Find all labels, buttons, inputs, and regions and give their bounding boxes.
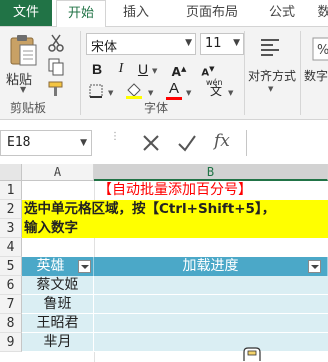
paste-button[interactable]: 粘贴 ▼ [4, 33, 44, 95]
chevron-down-icon: ▼ [152, 67, 158, 75]
chevron-down-icon: ▼ [80, 138, 87, 148]
group-divider [300, 31, 301, 115]
enter-check-icon[interactable] [176, 132, 198, 154]
cut-icon[interactable] [46, 33, 66, 53]
font-name-value: 宋体 [91, 40, 118, 55]
font-color-letter: A [168, 80, 179, 97]
italic-button[interactable]: I [112, 59, 130, 79]
mouse-cursor-icon [242, 346, 264, 362]
paste-icon [8, 33, 40, 70]
row-header[interactable]: 3 [0, 219, 22, 238]
worksheet-grid: A B 1 2 3 4 5 6 7 8 9 【自动批量添加百分号】 选中单元格区… [0, 164, 328, 362]
underline-button[interactable]: U [134, 59, 152, 79]
cancel-icon[interactable] [140, 132, 162, 154]
sheet-title-cell[interactable]: 【自动批量添加百分号】 [22, 181, 328, 200]
ribbon-tab-bar: 文件 开始 插入 页面布局 公式 数 [0, 0, 328, 27]
chevron-down-icon: ▼ [233, 38, 240, 48]
instruction-cell-line1[interactable]: 选中单元格区域，按【Ctrl+Shift+5】， [22, 200, 328, 219]
chevron-down-icon: ▼ [228, 89, 234, 97]
name-box[interactable]: E18 ▼ [0, 130, 92, 156]
formula-input[interactable] [246, 130, 328, 156]
table-row-progress[interactable] [94, 333, 328, 352]
table-header-progress[interactable]: 加载进度 [94, 257, 328, 276]
filter-dropdown-icon[interactable] [78, 260, 91, 273]
table-row-hero-name[interactable]: 王昭君 [22, 314, 94, 333]
font-size-select[interactable]: 11 ▼ [200, 33, 244, 55]
chevron-down-icon: ▼ [268, 85, 274, 93]
svg-text:%: % [317, 43, 328, 58]
tab-page-layout[interactable]: 页面布局 [170, 0, 254, 26]
table-row-progress[interactable] [94, 314, 328, 333]
font-name-select[interactable]: 宋体 ▼ [86, 33, 196, 55]
row-header[interactable]: 6 [0, 276, 22, 295]
table-row-hero-name[interactable]: 蔡文姬 [22, 276, 94, 295]
group-divider [80, 31, 81, 115]
table-header-hero-label: 英雄 [36, 258, 65, 274]
tab-formulas[interactable]: 公式 [258, 0, 306, 26]
clipboard-group-label: 剪贴板 [10, 101, 47, 115]
ribbon: 粘贴 ▼ 剪贴板 宋体 ▼ 11 ▼ B I U ▼ A▲ A▼ ▼ ▼ A ▼… [0, 26, 328, 120]
select-all-corner[interactable] [0, 164, 22, 181]
insert-function-icon[interactable]: fx [214, 131, 230, 151]
formula-bar: E18 ▼ ⋮ fx [0, 128, 328, 160]
tab-insert[interactable]: 插入 [112, 0, 160, 26]
column-header-a[interactable]: A [22, 164, 94, 181]
empty-row[interactable] [22, 238, 328, 257]
row-header[interactable]: 9 [0, 333, 22, 352]
copy-icon[interactable] [46, 57, 66, 77]
phonetic-button[interactable]: wén 文 [204, 78, 228, 99]
table-row-progress[interactable] [94, 276, 328, 295]
tab-file[interactable]: 文件 [0, 0, 52, 26]
font-size-value: 11 [205, 36, 222, 51]
borders-icon[interactable] [88, 83, 108, 103]
chevron-down-icon: ▼ [185, 38, 192, 48]
table-row-hero-name[interactable]: 芈月 [22, 333, 94, 352]
format-painter-icon[interactable] [46, 79, 66, 99]
column-header-b[interactable]: B [94, 164, 328, 181]
filter-dropdown-icon[interactable] [308, 260, 321, 273]
table-header-hero[interactable]: 英雄 [22, 257, 94, 276]
number-format-label: 数字 [304, 69, 328, 83]
tab-home[interactable]: 开始 [56, 0, 106, 27]
paste-label: 粘贴 [6, 73, 33, 88]
table-row-hero-name[interactable]: 鲁班 [22, 295, 94, 314]
row-header[interactable]: 5 [0, 257, 22, 276]
table-row-progress[interactable] [94, 295, 328, 314]
alignment-label: 对齐方式 [248, 69, 297, 83]
drag-handle-icon[interactable]: ⋮ [110, 132, 120, 142]
tab-data-partial[interactable]: 数 [314, 0, 328, 26]
table-header-progress-label: 加载进度 [182, 258, 239, 274]
align-lines-icon [258, 35, 279, 56]
font-color-button[interactable]: A [164, 79, 184, 100]
bold-button[interactable]: B [88, 59, 106, 79]
name-box-value: E18 [7, 135, 31, 150]
chevron-down-icon: ▼ [148, 89, 154, 97]
row-header[interactable]: 8 [0, 314, 22, 333]
font-group-label: 字体 [144, 101, 169, 115]
group-divider [244, 31, 245, 115]
chevron-down-icon: ▼ [186, 89, 192, 97]
row-header[interactable]: 1 [0, 181, 22, 200]
increase-font-button[interactable]: A▲ [166, 59, 192, 79]
chevron-down-icon: ▼ [108, 89, 114, 97]
row-header[interactable]: 2 [0, 200, 22, 219]
row-header[interactable]: 7 [0, 295, 22, 314]
percent-icon[interactable]: % [312, 37, 328, 61]
chevron-down-icon: ▼ [20, 85, 27, 94]
font-color-swatch [166, 97, 182, 100]
instruction-cell-line2[interactable]: 输入数字 [22, 219, 328, 238]
row-header[interactable]: 4 [0, 238, 22, 257]
fill-color-icon[interactable] [124, 81, 144, 101]
